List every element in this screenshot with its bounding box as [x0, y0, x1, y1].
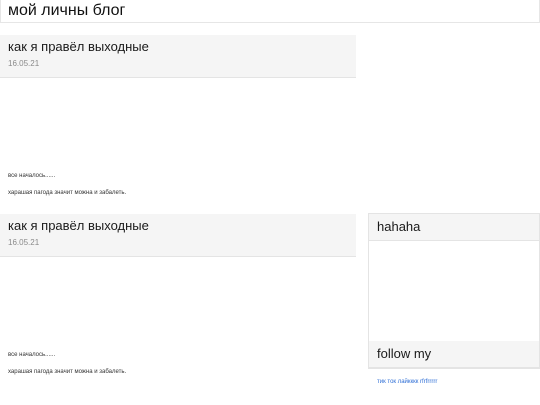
post-header: как я правёл выходные 16.05.21	[0, 214, 356, 257]
post-date: 16.05.21	[8, 238, 40, 247]
follow-title: follow my	[377, 346, 432, 361]
post-date: 16.05.21	[8, 59, 40, 68]
follow-card: follow my	[368, 341, 540, 369]
blog-post: как я правёл выходные 16.05.21 все начал…	[0, 214, 356, 387]
site-header: мой личны блог	[0, 0, 540, 23]
post-paragraph: все началось......	[8, 173, 56, 179]
follow-link[interactable]: тик ток лайкккк rfrfrrrrr	[377, 378, 437, 386]
post-header: как я правёл выходные 16.05.21	[0, 35, 356, 78]
sidebar-card-title: hahaha	[377, 219, 421, 234]
sidebar-card: hahaha	[368, 213, 540, 343]
sidebar-card-body	[369, 241, 539, 341]
post-paragraph: харашая пагода значит можна и забалеть.	[8, 190, 127, 196]
post-title: как я правёл выходные	[8, 39, 149, 54]
sidebar-card-header: hahaha	[369, 214, 539, 241]
site-title: мой личны блог	[8, 2, 126, 19]
post-paragraph: все началось......	[8, 352, 56, 358]
post-paragraph: харашая пагода значит можна и забалеть.	[8, 369, 127, 375]
follow-card-header: follow my	[369, 341, 539, 368]
blog-post: как я правёл выходные 16.05.21 все начал…	[0, 35, 356, 208]
post-title: как я правёл выходные	[8, 218, 149, 233]
post-body: все началось...... харашая пагода значит…	[0, 257, 356, 387]
post-body: все началось...... харашая пагода значит…	[0, 78, 356, 208]
